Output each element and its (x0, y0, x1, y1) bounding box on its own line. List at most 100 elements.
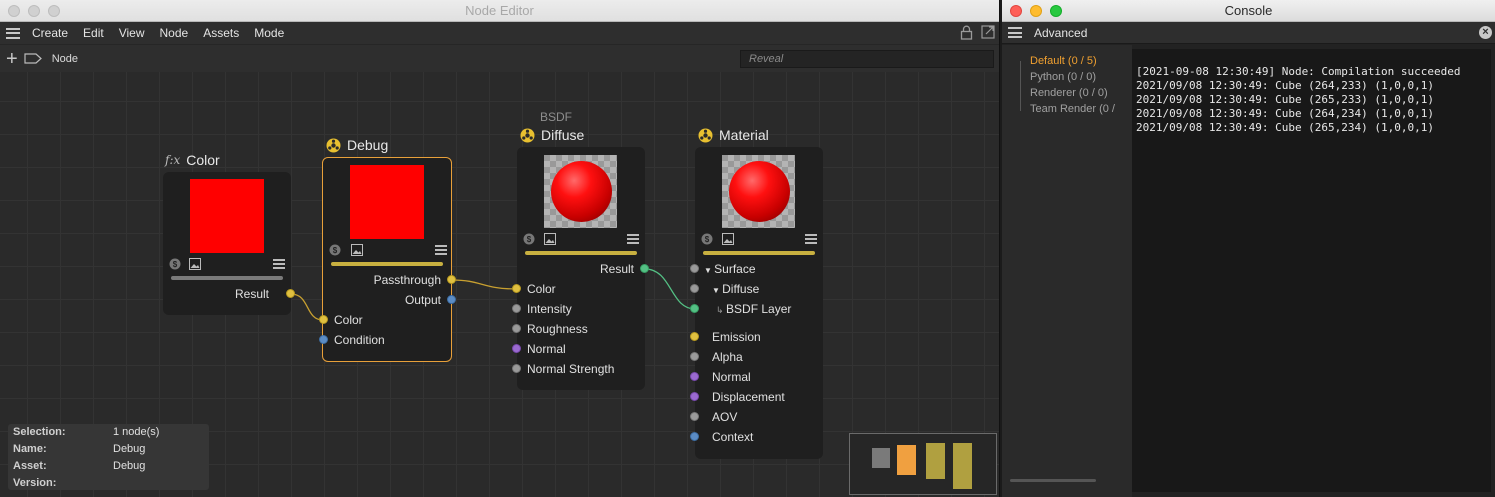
node-editor-menubar: Create Edit View Node Assets Mode (0, 22, 999, 44)
node-editor-titlebar[interactable]: Node Editor (0, 0, 999, 22)
debug-color-port[interactable] (319, 315, 328, 324)
diffuse-intensity-port[interactable] (512, 304, 521, 313)
function-icon: f:x (165, 153, 181, 167)
diffuse-result-port[interactable] (640, 264, 649, 273)
diffuse-roughness-port[interactable] (512, 324, 521, 333)
menu-create[interactable]: Create (32, 26, 68, 40)
color-result-port[interactable] (286, 289, 295, 298)
material-input-bsdf-layer: ↳ BSDF Layer (716, 302, 792, 316)
selection-info-panel: Selection: 1 node(s) Name: Debug Asset: Deb… (8, 424, 209, 490)
console-output[interactable]: [2021-09-08 12:30:49] Node: Compilation … (1132, 49, 1491, 492)
dollar-icon[interactable]: $ (523, 233, 535, 245)
material-emission-port[interactable] (690, 332, 699, 341)
hamburger-menu-icon[interactable] (6, 27, 20, 39)
add-node-icon[interactable]: + (6, 49, 18, 69)
material-input-emission: Emission (712, 330, 761, 344)
material-node[interactable]: $ ▼ Surface ▼ Diffuse ↳ BSDF Layer Emiss… (695, 147, 823, 459)
expand-triangle-icon[interactable]: ▼ (712, 286, 722, 295)
zoom-window-button[interactable] (48, 5, 60, 17)
minimize-window-button[interactable] (1030, 5, 1042, 17)
diffuse-input-color: Color (527, 282, 556, 296)
debug-output-port[interactable] (447, 295, 456, 304)
diffuse-normal-strength-port[interactable] (512, 364, 521, 373)
zoom-window-button[interactable] (1050, 5, 1062, 17)
console-line: 2021/09/08 12:30:49: Cube (265,234) (1,0… (1136, 121, 1435, 134)
material-displacement-port[interactable] (690, 392, 699, 401)
node-progress-bar (171, 276, 283, 280)
image-icon[interactable] (189, 258, 201, 270)
wire-diffuse-to-material (644, 268, 696, 310)
node-canvas[interactable]: f:x Color $ Result Debug $ Passthrough O… (0, 72, 999, 497)
minimap[interactable] (849, 433, 997, 495)
channel-python[interactable]: Python (0 / 0) (1030, 71, 1096, 83)
dollar-icon[interactable]: $ (329, 244, 341, 256)
menu-view[interactable]: View (119, 26, 145, 40)
menu-node[interactable]: Node (160, 26, 189, 40)
debug-condition-port[interactable] (319, 335, 328, 344)
diffuse-input-roughness: Roughness (527, 322, 588, 336)
list-menu-icon[interactable] (273, 258, 285, 270)
material-diffuse-port[interactable] (690, 284, 699, 293)
diffuse-category-label: BSDF (540, 110, 573, 124)
color-node[interactable]: $ Result (163, 172, 291, 315)
console-line: 2021/09/08 12:30:49: Cube (264,234) (1,0… (1136, 107, 1435, 120)
close-panel-icon[interactable]: × (1479, 26, 1492, 39)
debug-output-output: Output (404, 293, 441, 307)
debug-output-passthrough: Passthrough (373, 273, 441, 287)
channel-renderer[interactable]: Renderer (0 / 0) (1030, 87, 1108, 99)
reveal-search-input[interactable]: Reveal (740, 50, 994, 68)
diffuse-color-port[interactable] (512, 284, 521, 293)
material-context-port[interactable] (690, 432, 699, 441)
lock-icon[interactable] (960, 25, 973, 40)
close-window-button[interactable] (1010, 5, 1022, 17)
list-menu-icon[interactable] (435, 244, 447, 256)
dollar-icon[interactable]: $ (169, 258, 181, 270)
minimize-window-button[interactable] (28, 5, 40, 17)
material-normal-port[interactable] (690, 372, 699, 381)
console-titlebar[interactable]: Console (1002, 0, 1495, 22)
console-window: Console Advanced × Default (0 / 5) Pytho… (1002, 0, 1495, 497)
debug-node[interactable]: $ Passthrough Output Color Condition (322, 157, 452, 362)
color-node-title: f:x Color (165, 152, 220, 168)
sphere-preview (729, 161, 790, 222)
console-line: 2021/09/08 12:30:49: Cube (265,233) (1,0… (1136, 93, 1435, 106)
wire-color-to-debug (290, 293, 324, 321)
color-output-result: Result (234, 287, 269, 301)
minimap-node-color (872, 448, 890, 468)
list-menu-icon[interactable] (627, 233, 639, 245)
diffuse-preview (544, 155, 617, 228)
channel-team-render[interactable]: Team Render (0 / (1030, 103, 1115, 115)
dollar-icon[interactable]: $ (701, 233, 713, 245)
info-selection-key: Selection: (13, 426, 66, 438)
diffuse-node[interactable]: $ Result Color Intensity Roughness Norma… (517, 147, 645, 390)
material-bsdf-layer-port[interactable] (690, 304, 699, 313)
node-progress-bar (525, 251, 637, 255)
menu-assets[interactable]: Assets (203, 26, 239, 40)
menu-mode[interactable]: Mode (254, 26, 284, 40)
tag-icon[interactable] (24, 53, 42, 64)
minimap-node-material (953, 443, 972, 489)
material-aov-port[interactable] (690, 412, 699, 421)
horizontal-scrollbar[interactable] (1010, 479, 1096, 482)
list-menu-icon[interactable] (805, 233, 817, 245)
minimap-node-diffuse (926, 443, 945, 479)
material-surface-port[interactable] (690, 264, 699, 273)
window-title: Node Editor (465, 3, 534, 18)
breadcrumb[interactable]: Node (52, 53, 78, 65)
close-window-button[interactable] (8, 5, 20, 17)
channel-default[interactable]: Default (0 / 5) (1030, 55, 1097, 67)
diffuse-normal-port[interactable] (512, 344, 521, 353)
detach-window-icon[interactable] (981, 25, 995, 39)
node-progress-bar (331, 262, 443, 266)
debug-passthrough-port[interactable] (447, 275, 456, 284)
material-input-displacement: Displacement (712, 390, 785, 404)
image-icon[interactable] (351, 244, 363, 256)
menu-advanced[interactable]: Advanced (1034, 26, 1087, 40)
tree-branch-icon: ↳ (716, 305, 727, 315)
material-alpha-port[interactable] (690, 352, 699, 361)
expand-triangle-icon[interactable]: ▼ (704, 266, 714, 275)
image-icon[interactable] (722, 233, 734, 245)
menu-edit[interactable]: Edit (83, 26, 104, 40)
hamburger-menu-icon[interactable] (1008, 27, 1022, 38)
image-icon[interactable] (544, 233, 556, 245)
